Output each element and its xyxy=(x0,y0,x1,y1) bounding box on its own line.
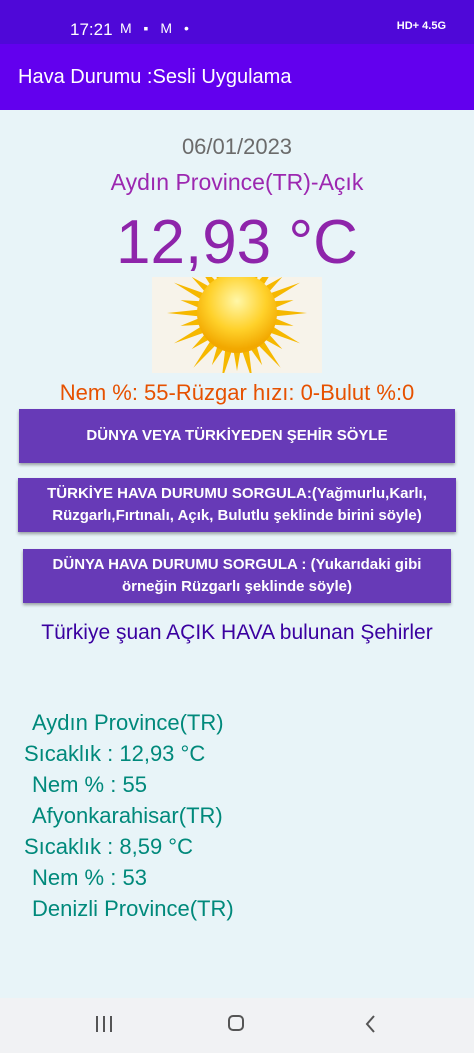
notification-icons: M ▪ M • xyxy=(120,20,193,36)
app-bar: Hava Durumu :Sesli Uygulama xyxy=(0,44,474,110)
back-icon[interactable] xyxy=(364,1014,378,1034)
sun-icon xyxy=(152,244,322,382)
navigation-bar xyxy=(0,998,474,1053)
app-title: Hava Durumu :Sesli Uygulama xyxy=(18,66,292,88)
list-item: Afyonkarahisar(TR) xyxy=(32,803,223,828)
temperature-label: 12,93 °C xyxy=(116,208,358,277)
list-item: Aydın Province(TR) xyxy=(32,710,224,735)
world-weather-query-button[interactable]: DÜNYA HAVA DURUMU SORGULA : (Yukarıdaki … xyxy=(23,549,451,603)
results-heading: Türkiye şuan AÇIK HAVA bulunan Şehirler xyxy=(41,621,433,644)
recent-apps-icon[interactable] xyxy=(96,1016,116,1032)
status-bar: 17:21 M ▪ M • HD+ 4.5G xyxy=(0,0,474,44)
list-item: Sıcaklık : 8,59 °C xyxy=(24,834,193,859)
list-item: Sıcaklık : 12,93 °C xyxy=(24,741,206,766)
list-item: Nem % : 55 xyxy=(32,772,147,797)
network-indicator: HD+ 4.5G xyxy=(396,20,446,32)
list-item: Nem % : 53 xyxy=(32,865,147,890)
home-icon[interactable] xyxy=(228,1015,244,1031)
date-label: 06/01/2023 xyxy=(181,134,293,159)
status-time: 17:21 xyxy=(70,20,113,39)
location-label: Aydın Province(TR)-Açık xyxy=(110,169,364,195)
say-city-button[interactable]: DÜNYA VEYA TÜRKİYEDEN ŞEHİR SÖYLE xyxy=(19,409,455,463)
humidity-wind-cloud-info: Nem %: 55-Rüzgar hızı: 0-Bulut %:0 xyxy=(59,380,415,405)
turkey-weather-query-button[interactable]: TÜRKİYE HAVA DURUMU SORGULA:(Yağmurlu,Ka… xyxy=(18,478,456,532)
list-item: Denizli Province(TR) xyxy=(32,896,234,921)
